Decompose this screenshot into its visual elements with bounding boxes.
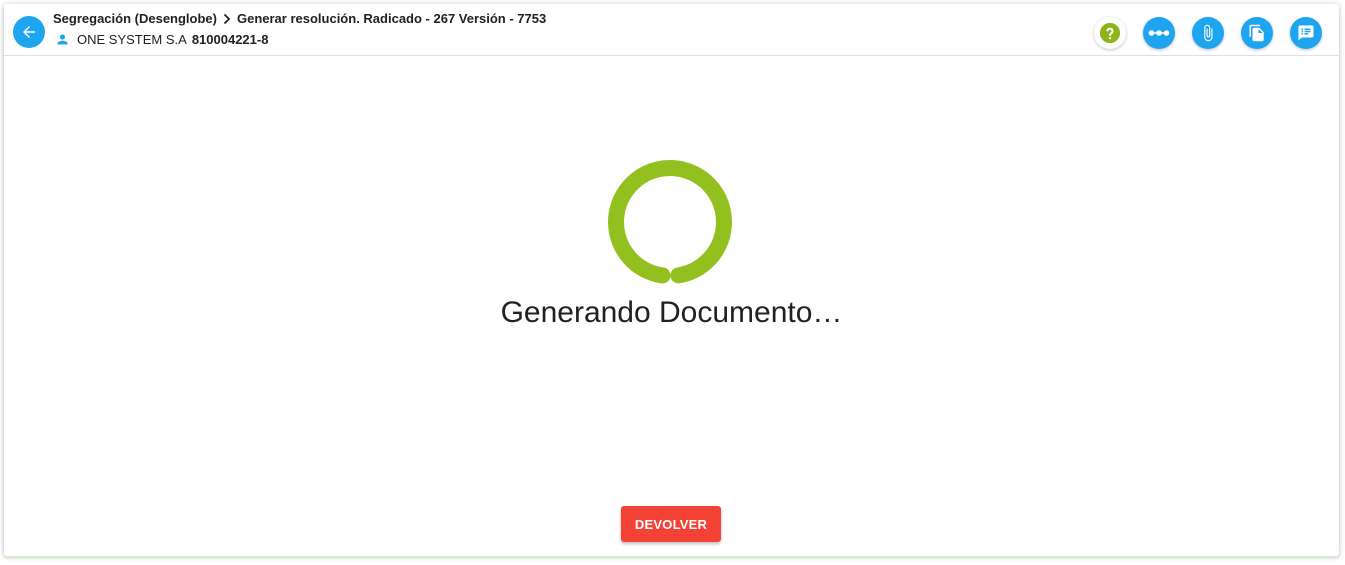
comments-button[interactable]	[1290, 17, 1322, 49]
breadcrumb-parent[interactable]: Segregación (Desenglobe)	[53, 11, 217, 26]
return-button[interactable]: DEVOLVER	[621, 506, 721, 542]
back-button[interactable]	[13, 16, 45, 48]
flow-button[interactable]	[1143, 17, 1175, 49]
documents-button[interactable]	[1241, 17, 1273, 49]
person-icon	[55, 32, 70, 47]
company-nit: 810004221-8	[191, 32, 269, 47]
attachments-button[interactable]	[1192, 17, 1224, 49]
copy-document-icon	[1249, 24, 1264, 42]
content-area: Generando Documento… DEVOLVER	[4, 56, 1339, 556]
card-bottom-edge	[4, 556, 1339, 558]
chevron-right-icon	[222, 13, 232, 25]
paperclip-icon	[1204, 24, 1213, 42]
timeline-dots-icon	[1148, 30, 1170, 36]
page-header: Segregación (Desenglobe) Generar resoluc…	[4, 4, 1339, 56]
breadcrumb-current: Generar resolución. Radicado - 267 Versi…	[236, 11, 547, 26]
company-info: ONE SYSTEM S.A 810004221-8	[55, 32, 268, 47]
loading-message: Generando Documento…	[500, 296, 843, 329]
question-circle-icon	[1099, 22, 1121, 44]
main-card: Segregación (Desenglobe) Generar resoluc…	[4, 4, 1339, 556]
arrow-left-icon	[23, 26, 35, 38]
company-name: ONE SYSTEM S.A	[77, 32, 187, 47]
help-button[interactable]	[1094, 17, 1126, 49]
loading-spinner-icon	[608, 160, 732, 284]
breadcrumb: Segregación (Desenglobe) Generar resoluc…	[53, 11, 546, 26]
comment-list-icon	[1298, 25, 1314, 41]
